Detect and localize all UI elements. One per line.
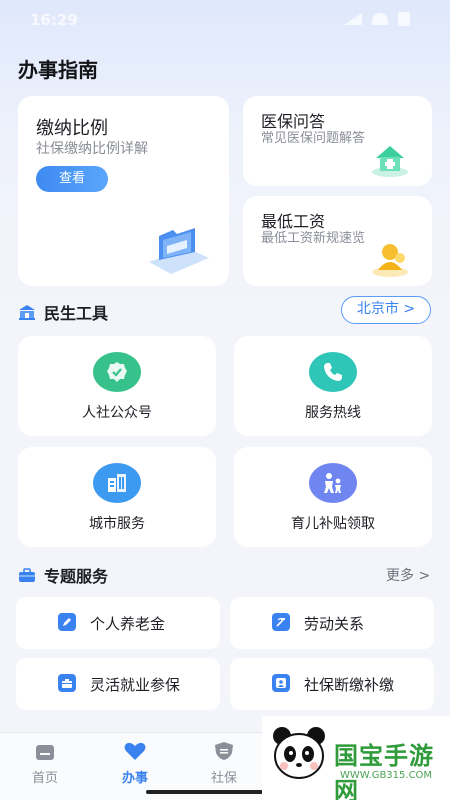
- watermark-url: WWW.GB315.COM: [340, 770, 433, 781]
- heart-icon: [124, 742, 146, 760]
- status-time: 16:29: [30, 11, 78, 29]
- topic-personal-pension[interactable]: 个人养老金: [16, 597, 220, 649]
- id-card-icon: [272, 674, 290, 692]
- wifi-icon: [372, 13, 388, 25]
- card-subtitle: 最低工资新规速览: [261, 231, 366, 246]
- building-icon: [93, 463, 141, 503]
- watermark-text: 国宝手游网: [334, 742, 434, 800]
- briefcase-icon: [58, 674, 76, 692]
- tool-label: 城市服务: [89, 516, 145, 532]
- tools-section-header: 民生工具: [18, 300, 108, 324]
- page-title: 办事指南: [18, 58, 98, 82]
- home-icon: [36, 745, 54, 760]
- topics-section-header: 专题服务: [18, 563, 108, 587]
- topic-flexible-employment[interactable]: 灵活就业参保: [16, 658, 220, 710]
- topic-label: 劳动关系: [304, 615, 365, 633]
- tool-city-services[interactable]: 城市服务: [18, 447, 216, 547]
- tab-label: 办事: [121, 771, 148, 786]
- more-link[interactable]: 更多 >: [386, 565, 430, 585]
- contribution-ratio-card[interactable]: 缴纳比例 社保缴纳比例详解 查看: [18, 96, 229, 286]
- folder-illustration-icon: [149, 228, 209, 274]
- topic-label: 灵活就业参保: [90, 676, 181, 694]
- toolbox-icon: [19, 568, 35, 582]
- person-coin-icon: [372, 244, 408, 277]
- topic-labor-relations[interactable]: 劳动关系: [230, 597, 434, 649]
- home-indicator: [146, 790, 280, 794]
- panda-logo-icon: [273, 727, 325, 779]
- parent-child-icon: [309, 463, 357, 503]
- tab-home[interactable]: 首页: [17, 741, 73, 786]
- watermark-logo: 国宝手游网 WWW.GB315.COM: [262, 716, 450, 800]
- status-bar: 16:29: [0, 0, 450, 40]
- medical-qa-card[interactable]: 医保问答 常见医保问题解答: [243, 96, 432, 186]
- signal-icon: [344, 13, 362, 25]
- card-subtitle: 社保缴纳比例详解: [36, 141, 148, 157]
- phone-icon: [309, 352, 357, 392]
- topic-label: 社保断缴补缴: [304, 676, 395, 694]
- topic-social-security-makeup[interactable]: 社保断缴补缴: [230, 658, 434, 710]
- tab-social-security[interactable]: 社保: [196, 741, 252, 786]
- card-subtitle: 常见医保问题解答: [261, 131, 366, 146]
- card-title: 缴纳比例: [36, 118, 108, 139]
- city-selector-button[interactable]: 北京市 >: [341, 296, 431, 324]
- view-button[interactable]: 查看: [36, 166, 108, 192]
- tab-label: 首页: [31, 771, 58, 786]
- tab-label: 社保: [210, 771, 237, 786]
- tool-service-hotline[interactable]: 服务热线: [234, 336, 432, 436]
- tool-childcare-subsidy[interactable]: 育儿补贴领取: [234, 447, 432, 547]
- shield-icon: [215, 742, 233, 760]
- tool-label: 人社公众号: [82, 405, 152, 421]
- tab-services[interactable]: 办事: [107, 741, 163, 786]
- minimum-wage-card[interactable]: 最低工资 最低工资新规速览: [243, 196, 432, 286]
- check-badge-icon: [93, 352, 141, 392]
- medical-house-icon: [372, 146, 408, 177]
- hammer-sickle-icon: [272, 613, 290, 631]
- tool-label: 育儿补贴领取: [291, 516, 375, 532]
- tool-hrss-official-account[interactable]: 人社公众号: [18, 336, 216, 436]
- section-title: 专题服务: [44, 567, 109, 586]
- tool-label: 服务热线: [305, 405, 361, 421]
- topic-label: 个人养老金: [90, 615, 166, 633]
- battery-icon: [398, 12, 410, 26]
- pen-icon: [58, 613, 76, 631]
- section-title: 民生工具: [44, 304, 109, 323]
- government-building-icon: [19, 305, 35, 320]
